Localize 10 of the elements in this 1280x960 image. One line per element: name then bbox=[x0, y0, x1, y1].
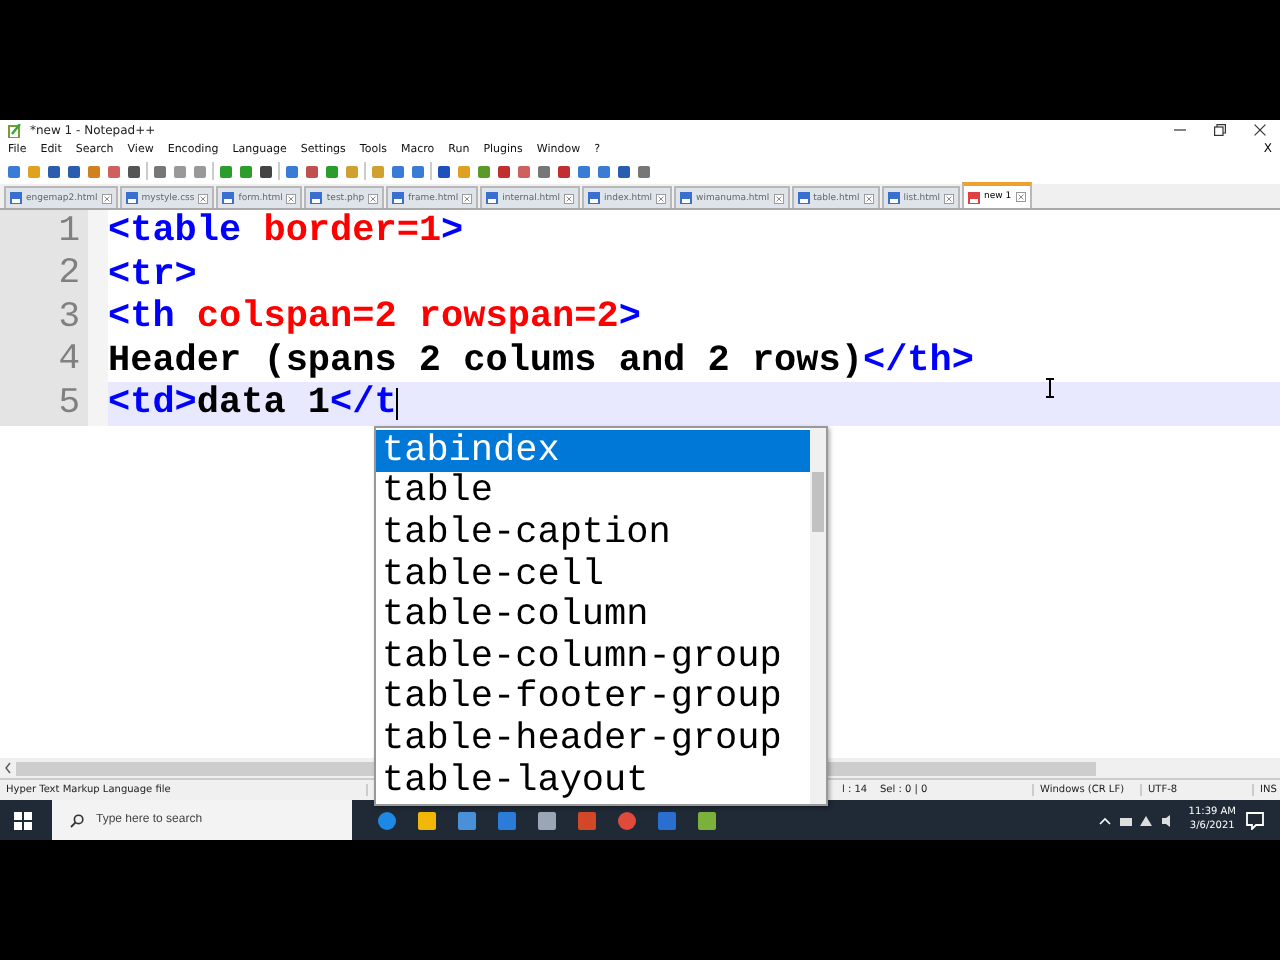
line-number: 2 bbox=[0, 253, 108, 296]
code-text: <tr> bbox=[108, 253, 197, 296]
line-number: 1 bbox=[0, 210, 108, 253]
line-number: 4 bbox=[0, 339, 108, 382]
line-number: 3 bbox=[0, 296, 108, 339]
code-text: <td>data 1</t bbox=[108, 382, 397, 425]
line-number: 5 bbox=[0, 382, 108, 425]
code-text: Header (spans 2 colums and 2 rows)</th> bbox=[108, 339, 974, 382]
code-text: <table border=1> bbox=[108, 210, 464, 253]
code-text: <th colspan=2 rowspan=2> bbox=[108, 296, 641, 339]
